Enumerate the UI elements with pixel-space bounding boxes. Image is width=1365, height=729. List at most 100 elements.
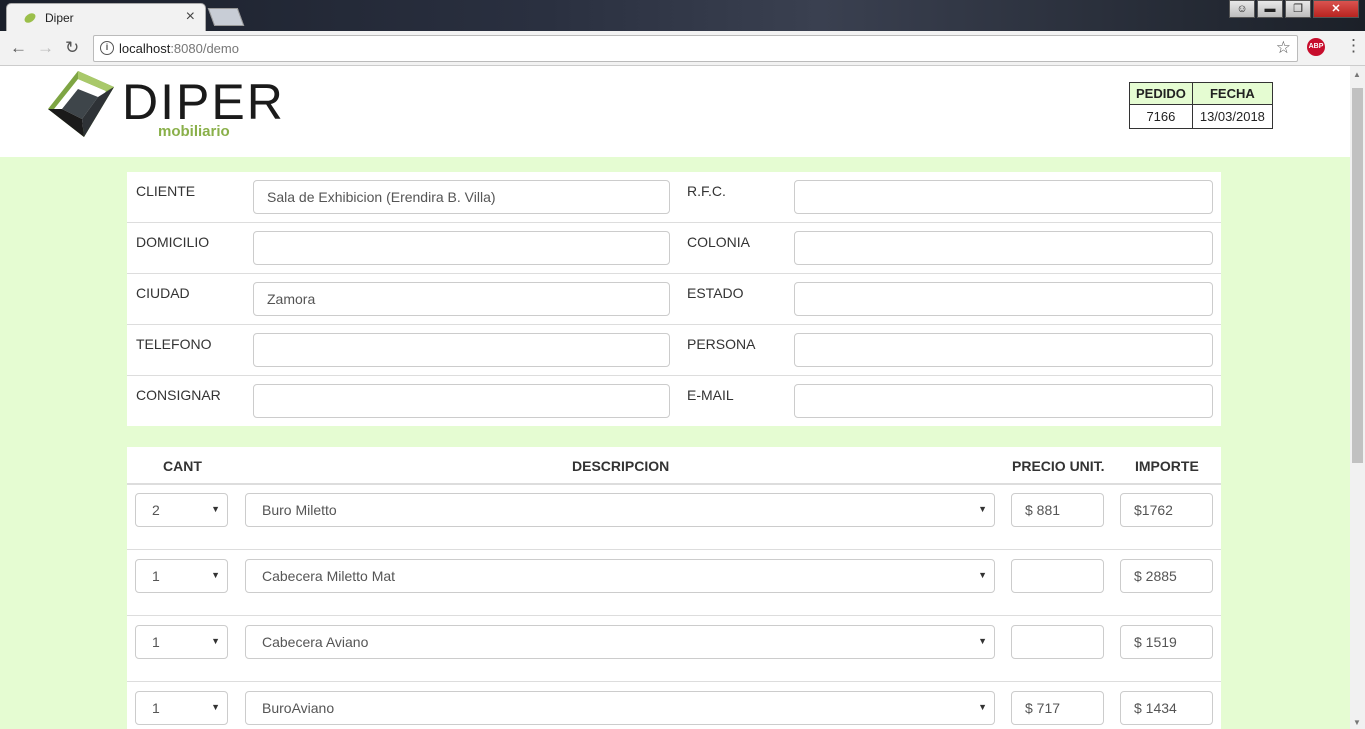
- fecha-value: 13/03/2018: [1191, 104, 1273, 129]
- colonia-input[interactable]: [794, 231, 1213, 265]
- page-content: DIPER mobiliario PEDIDO FECHA 7166 13/03…: [0, 66, 1350, 729]
- logo-subtitle: mobiliario: [158, 123, 230, 140]
- bookmark-star-icon[interactable]: ☆: [1276, 38, 1291, 58]
- estado-label: ESTADO: [687, 285, 744, 301]
- rfc-label: R.F.C.: [687, 183, 726, 199]
- importe-header: IMPORTE: [1135, 458, 1199, 474]
- ciudad-label: CIUDAD: [136, 285, 190, 301]
- email-label: E-MAIL: [687, 387, 734, 403]
- tab-title: Diper: [45, 11, 74, 25]
- url-path: :8080/demo: [170, 41, 239, 56]
- consignar-label: CONSIGNAR: [136, 387, 221, 403]
- pedido-header: PEDIDO: [1129, 82, 1193, 105]
- adblock-plus-icon[interactable]: ABP: [1307, 38, 1325, 56]
- consignar-input[interactable]: [253, 384, 670, 418]
- telefono-label: TELEFONO: [136, 336, 212, 352]
- order-info-table: PEDIDO FECHA 7166 13/03/2018: [1129, 82, 1273, 129]
- ciudad-input[interactable]: Zamora: [253, 282, 670, 316]
- dropdown-arrow-icon: ▼: [211, 702, 220, 712]
- window-titlebar: Diper × ☺ ▬ ❐ ✕: [0, 0, 1365, 31]
- cliente-input[interactable]: Sala de Exhibicion (Erendira B. Villa): [253, 180, 670, 214]
- importe-input[interactable]: $ 1519: [1120, 625, 1213, 659]
- domicilio-input[interactable]: [253, 231, 670, 265]
- descripcion-select[interactable]: BuroAviano ▼: [245, 691, 995, 725]
- forward-arrow-icon[interactable]: →: [37, 38, 54, 58]
- dropdown-arrow-icon: ▼: [978, 570, 987, 580]
- address-bar[interactable]: i localhost:8080/demo ☆: [93, 35, 1298, 62]
- scrollbar-thumb[interactable]: [1352, 88, 1363, 463]
- descripcion-select[interactable]: Cabecera Miletto Mat ▼: [245, 559, 995, 593]
- reload-icon[interactable]: ↻: [65, 38, 79, 58]
- window-controls: ☺ ▬ ❐ ✕: [1229, 0, 1359, 20]
- page-scrollbar[interactable]: ▲ ▼: [1350, 66, 1365, 729]
- pedido-value: 7166: [1129, 104, 1193, 129]
- cant-select[interactable]: 1 ▼: [135, 559, 228, 593]
- dropdown-arrow-icon: ▼: [978, 504, 987, 514]
- cant-header: CANT: [163, 458, 202, 474]
- email-input[interactable]: [794, 384, 1213, 418]
- client-row: DOMICILIO COLONIA: [127, 223, 1221, 274]
- descripcion-value: BuroAviano: [262, 700, 335, 716]
- new-tab-button[interactable]: [207, 8, 245, 26]
- tab-close-icon[interactable]: ×: [186, 8, 195, 26]
- browser-toolbar: ← → ↻ i localhost:8080/demo ☆ ABP ⋮: [0, 31, 1365, 66]
- dropdown-arrow-icon: ▼: [211, 570, 220, 580]
- client-row: CLIENTE Sala de Exhibicion (Erendira B. …: [127, 172, 1221, 223]
- cant-select[interactable]: 1 ▼: [135, 691, 228, 725]
- descripcion-select[interactable]: Cabecera Aviano ▼: [245, 625, 995, 659]
- scroll-up-arrow-icon[interactable]: ▲: [1353, 70, 1361, 79]
- importe-input[interactable]: $1762: [1120, 493, 1213, 527]
- user-icon[interactable]: ☺: [1229, 0, 1255, 18]
- cant-select[interactable]: 2 ▼: [135, 493, 228, 527]
- persona-label: PERSONA: [687, 336, 756, 352]
- cant-select[interactable]: 1 ▼: [135, 625, 228, 659]
- logo-mark-icon: [48, 71, 114, 137]
- fecha-header: FECHA: [1191, 82, 1273, 105]
- estado-input[interactable]: [794, 282, 1213, 316]
- precio-input[interactable]: [1011, 559, 1104, 593]
- dropdown-arrow-icon: ▼: [211, 504, 220, 514]
- descripcion-value: Cabecera Miletto Mat: [262, 568, 396, 584]
- browser-menu-icon[interactable]: ⋮: [1345, 36, 1362, 56]
- client-row: CONSIGNAR E-MAIL: [127, 376, 1221, 427]
- client-form: CLIENTE Sala de Exhibicion (Erendira B. …: [127, 172, 1221, 426]
- colonia-label: COLONIA: [687, 234, 751, 250]
- precio-input[interactable]: $ 717: [1011, 691, 1104, 725]
- importe-input[interactable]: $ 2885: [1120, 559, 1213, 593]
- table-row: 1 ▼ BuroAviano ▼ $ 717 $ 1434: [127, 682, 1221, 729]
- info-icon[interactable]: i: [100, 41, 114, 55]
- client-row: TELEFONO PERSONA: [127, 325, 1221, 376]
- browser-tab[interactable]: Diper ×: [6, 3, 206, 31]
- table-row: 2 ▼ Buro Miletto ▼ $ 881 $1762: [127, 484, 1221, 550]
- telefono-input[interactable]: [253, 333, 670, 367]
- scroll-down-arrow-icon[interactable]: ▼: [1353, 718, 1361, 727]
- client-row: CIUDAD Zamora ESTADO: [127, 274, 1221, 325]
- domicilio-label: DOMICILIO: [136, 234, 210, 250]
- diper-logo: DIPER mobiliario: [48, 71, 288, 141]
- items-table: CANT DESCRIPCION PRECIO UNIT. IMPORTE 2 ▼…: [127, 447, 1221, 729]
- descripcion-value: Buro Miletto: [262, 502, 337, 518]
- precio-input[interactable]: $ 881: [1011, 493, 1104, 527]
- precio-header: PRECIO UNIT.: [1012, 458, 1105, 474]
- table-row: 1 ▼ Cabecera Miletto Mat ▼ $ 2885: [127, 550, 1221, 616]
- dropdown-arrow-icon: ▼: [978, 702, 987, 712]
- importe-input[interactable]: $ 1434: [1120, 691, 1213, 725]
- rfc-input[interactable]: [794, 180, 1213, 214]
- dropdown-arrow-icon: ▼: [211, 636, 220, 646]
- back-arrow-icon[interactable]: ←: [10, 38, 27, 58]
- minimize-button[interactable]: ▬: [1257, 0, 1283, 18]
- descripcion-header: DESCRIPCION: [572, 458, 670, 474]
- close-window-button[interactable]: ✕: [1313, 0, 1359, 18]
- cant-value: 1: [152, 700, 160, 716]
- cliente-label: CLIENTE: [136, 183, 196, 199]
- precio-input[interactable]: [1011, 625, 1104, 659]
- url-host: localhost: [119, 41, 171, 56]
- descripcion-select[interactable]: Buro Miletto ▼: [245, 493, 995, 527]
- cant-value: 2: [152, 502, 160, 518]
- leaf-favicon-icon: [24, 13, 36, 23]
- persona-input[interactable]: [794, 333, 1213, 367]
- dropdown-arrow-icon: ▼: [978, 636, 987, 646]
- restore-button[interactable]: ❐: [1285, 0, 1311, 18]
- cant-value: 1: [152, 634, 160, 650]
- url-text: localhost:8080/demo: [119, 41, 239, 56]
